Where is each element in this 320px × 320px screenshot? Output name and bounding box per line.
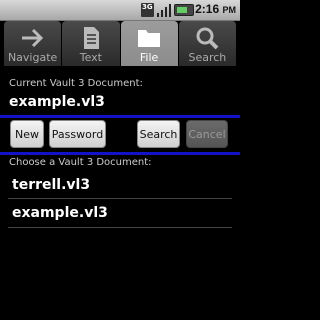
clock: 2:16 PM bbox=[195, 2, 236, 16]
list-divider bbox=[8, 227, 232, 228]
network-label: 3G bbox=[142, 3, 153, 11]
tab-text[interactable]: Text bbox=[62, 21, 120, 66]
list-item-label: example.vl3 bbox=[12, 205, 108, 221]
tab-label: Search bbox=[188, 51, 227, 64]
folder-icon bbox=[138, 30, 161, 47]
current-document-name: example.vl3 bbox=[9, 94, 105, 110]
document-icon bbox=[83, 27, 99, 49]
tab-label: Text bbox=[79, 51, 102, 64]
tab-search[interactable]: Search bbox=[178, 21, 236, 66]
clock-time: 2:16 bbox=[195, 2, 220, 16]
current-document-label: Current Vault 3 Document: bbox=[9, 78, 143, 89]
tab-label: Navigate bbox=[7, 51, 58, 64]
arrow-right-icon bbox=[21, 28, 43, 48]
clock-suffix: PM bbox=[222, 5, 237, 15]
divider-top bbox=[0, 115, 240, 118]
tab-label: File bbox=[139, 51, 159, 64]
list-item-label: terrell.vl3 bbox=[12, 177, 91, 193]
cancel-button[interactable]: Cancel bbox=[186, 120, 228, 148]
tab-bar: Navigate Text File Search bbox=[0, 21, 240, 67]
search-button[interactable]: Search bbox=[137, 120, 180, 148]
tab-file[interactable]: File bbox=[120, 21, 178, 66]
divider-bottom bbox=[0, 152, 240, 155]
list-item[interactable]: example.vl3 bbox=[0, 199, 240, 227]
status-bar: 3G 2:16 PM bbox=[0, 0, 240, 21]
battery-icon bbox=[174, 4, 194, 16]
choose-document-label: Choose a Vault 3 Document: bbox=[9, 157, 152, 168]
tab-navigate[interactable]: Navigate bbox=[4, 21, 62, 66]
3g-icon: 3G bbox=[141, 3, 154, 17]
magnifier-icon bbox=[196, 27, 219, 50]
password-button[interactable]: Password bbox=[49, 120, 106, 148]
new-button[interactable]: New bbox=[10, 120, 44, 148]
list-item[interactable]: terrell.vl3 bbox=[0, 171, 240, 199]
signal-icon bbox=[157, 3, 171, 17]
